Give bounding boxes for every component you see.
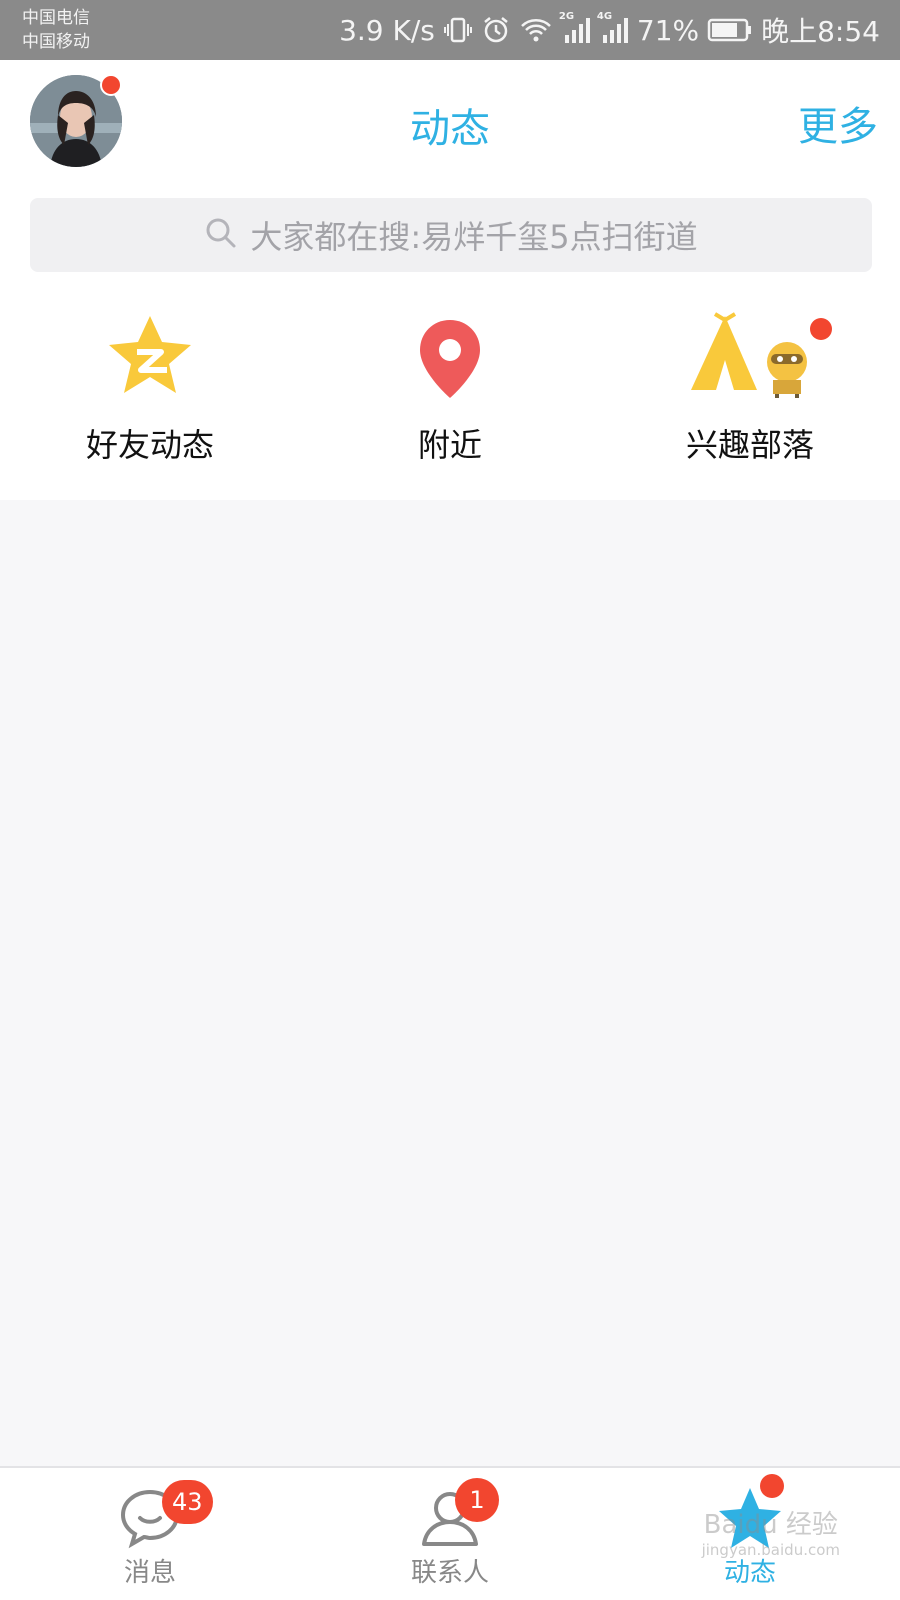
avatar-notification-dot [100,74,122,96]
battery-icon [707,17,753,43]
qzone-star-icon [109,316,191,393]
tab-messages[interactable]: 43 消息 [0,1468,300,1600]
battery-percent: 71% [636,13,700,47]
wifi-icon [519,15,553,45]
tribe-tent-icon [691,312,807,398]
carrier-2: 中国移动 [22,32,90,52]
contact-request-badge: 1 [455,1478,499,1522]
clock: 晚上8:54 [761,15,880,48]
search-placeholder: 大家都在搜:易烊千玺5点扫街道 [250,218,698,256]
tab-label: 消息 [123,1558,176,1588]
watermark-sub: jingyan.baidu.com [701,1541,840,1560]
signal-icon-2: 4G [597,11,629,45]
search-bar[interactable]: 大家都在搜:易烊千玺5点扫街道 [30,198,872,272]
carrier-1: 中国电信 [22,8,90,28]
watermark: Baidu 经验 jingyan.baidu.com [702,1510,840,1559]
signal-icon-1: 2G [559,11,591,45]
feature-label: 附近 [417,426,482,464]
signal-2-tag: 4G [596,11,613,22]
signal-1-tag: 2G [558,11,575,22]
feature-interest-tribe[interactable]: 兴趣部落 [600,310,900,470]
net-speed: 3.9 K/s [339,13,435,47]
feed-notification-dot [760,1474,784,1498]
alarm-icon [481,15,511,45]
feature-label: 兴趣部落 [685,426,814,464]
unread-count-badge: 43 [162,1480,213,1524]
search-icon [204,216,238,254]
tab-label: 联系人 [410,1558,489,1588]
feature-notification-dot [810,318,832,340]
carrier-info: 中国电信 中国移动 [22,6,90,54]
feature-row: 好友动态 附近 兴趣部落 [0,310,900,470]
tab-contacts[interactable]: 1 联系人 [300,1468,600,1600]
feature-nearby[interactable]: 附近 [300,310,600,470]
header: 动态 更多 大家都在搜:易烊千玺5点扫街道 好友动态 附近 兴趣部落 [0,60,900,500]
feature-friend-feed[interactable]: 好友动态 [0,310,300,470]
feature-label: 好友动态 [85,426,214,464]
watermark-main: Baidu 经验 [703,1510,838,1540]
location-pin-icon [420,320,480,398]
status-bar: 中国电信 中国移动 3.9 K/s 2G 4G 71% 晚上8:54 [0,0,900,60]
page-title: 动态 [410,106,490,152]
status-indicators: 3.9 K/s 2G 4G 71% 晚上8:54 [339,0,880,60]
more-button[interactable]: 更多 [798,94,878,152]
vibrate-icon [443,15,473,45]
